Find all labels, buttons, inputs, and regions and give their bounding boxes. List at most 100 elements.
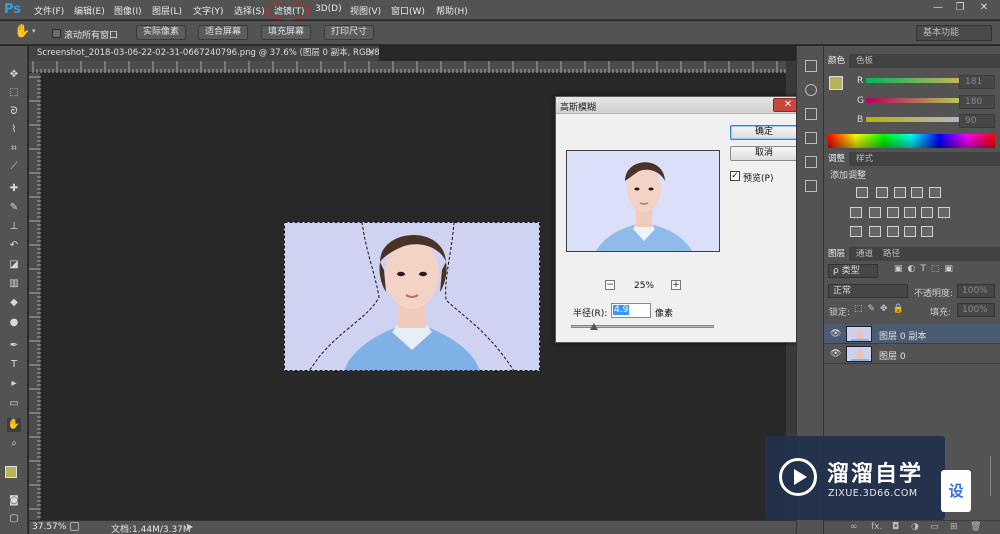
menu-select[interactable]: 选择(S) [234,4,265,17]
hand-tool-icon[interactable]: ✋ [7,418,21,432]
bw-adjust-icon[interactable] [887,207,899,218]
ok-button[interactable]: 确定 [730,125,798,140]
zoom-level[interactable]: 37.57% [32,522,66,532]
paragraph-panel-icon[interactable] [805,156,817,168]
tab-channels[interactable]: 通道 [852,247,877,261]
brush-tool-icon[interactable]: ✎ [7,201,21,215]
preview-checkbox[interactable]: ✓ [730,171,740,181]
menu-type[interactable]: 文字(Y) [193,4,224,17]
eye-icon[interactable]: 👁 [830,349,841,359]
quick-select-tool-icon[interactable]: ⌇ [7,123,21,137]
fit-screen-button[interactable]: 适合屏幕 [198,25,249,40]
move-tool-icon[interactable]: ✥ [7,68,21,82]
menu-view[interactable]: 视图(V) [350,4,381,17]
info-panel-icon[interactable] [805,84,817,96]
curves-adjust-icon[interactable] [894,187,906,198]
tab-swatches[interactable]: 色板 [852,54,877,68]
print-size-button[interactable]: 打印尺寸 [324,25,375,40]
channel-mixer-icon[interactable] [921,207,933,218]
threshold-adjust-icon[interactable] [887,226,899,237]
hand-tool-icon[interactable]: ✋ [14,24,30,39]
tab-adjustments[interactable]: 调整 [824,152,850,166]
blue-value[interactable]: 90 [959,114,995,128]
status-info-icon[interactable] [70,522,79,531]
character-panel-icon[interactable] [805,132,817,144]
gradient-tool-icon[interactable]: ▥ [7,277,21,291]
workspace-select[interactable]: 基本功能 [916,25,992,41]
radius-input[interactable]: 4.9 [611,303,651,318]
zoom-tool-icon[interactable]: ⌕ [7,437,21,451]
screen-mode-icon[interactable]: ▢ [7,512,21,526]
fill-screen-button[interactable]: 填充屏幕 [261,25,312,40]
gradient-map-icon[interactable] [921,226,933,237]
fill-input[interactable]: 100% [957,303,995,317]
history-panel-icon[interactable] [805,60,817,72]
brush-panel-icon[interactable] [805,108,817,120]
blend-mode-select[interactable]: 正常 [828,284,908,298]
menu-image[interactable]: 图像(I) [114,4,142,17]
zoom-out-button[interactable]: − [605,280,615,290]
menu-window[interactable]: 窗口(W) [391,4,425,17]
scroll-all-windows-checkbox[interactable] [52,29,61,38]
photo-filter-icon[interactable] [904,207,916,218]
type-tool-icon[interactable]: T [7,358,21,372]
fx-icon[interactable]: fx. [871,522,882,532]
lock-icons[interactable]: ⬚✎✥🔒 [854,304,909,314]
menu-3d[interactable]: 3D(D) [315,4,342,14]
close-document-icon[interactable]: ✕ [368,46,375,61]
tab-color[interactable]: 颜色 [824,54,850,68]
actual-pixels-button[interactable]: 实际像素 [136,25,187,40]
path-select-tool-icon[interactable]: ▸ [7,377,21,391]
red-value[interactable]: 181 [959,75,995,89]
tab-paths[interactable]: 路径 [879,247,904,261]
cancel-button[interactable]: 取消 [730,146,798,161]
status-arrow-icon[interactable]: ▶ [187,522,193,531]
tool-preset-chevron-icon[interactable]: ▾ [32,27,36,35]
tab-styles[interactable]: 样式 [852,152,877,166]
healing-brush-icon[interactable]: ✚ [7,182,21,196]
radius-slider-thumb[interactable] [590,323,599,330]
posterize-adjust-icon[interactable] [869,226,881,237]
marquee-tool-icon[interactable]: ⬚ [7,86,21,100]
menu-edit[interactable]: 编辑(E) [74,4,105,17]
shape-tool-icon[interactable]: ▭ [7,397,21,411]
tab-layers[interactable]: 图层 [824,247,850,261]
restore-button[interactable]: ❐ [952,1,968,15]
group-icon[interactable]: ▭ [930,522,939,532]
layer-filter-icons[interactable]: ▣◐T⬚▣ [894,264,994,278]
dialog-titlebar[interactable]: 高斯模糊 ✕ [556,97,806,114]
menu-help[interactable]: 帮助(H) [436,4,468,17]
document-image[interactable] [284,222,540,371]
zoom-in-button[interactable]: + [671,280,681,290]
opacity-input[interactable]: 100% [957,284,995,298]
color-spectrum[interactable] [828,134,995,148]
pen-tool-icon[interactable]: ✒ [7,339,21,353]
exposure-adjust-icon[interactable] [911,187,923,198]
levels-adjust-icon[interactable] [876,187,888,198]
eraser-tool-icon[interactable]: ◪ [7,258,21,272]
panel-resize-handle[interactable] [990,456,998,496]
trash-icon[interactable]: 🗑 [970,522,981,532]
layer-row-selected[interactable]: 👁 图层 0 副本 [824,324,1000,344]
color-lookup-icon[interactable] [938,207,950,218]
lasso-tool-icon[interactable]: ᘐ [7,105,21,119]
panel-foreground-swatch[interactable] [829,76,843,90]
menu-layer[interactable]: 图层(L) [152,4,182,17]
history-brush-icon[interactable]: ↶ [7,239,21,253]
foreground-color-swatch[interactable] [5,466,17,478]
adjustment-layer-icon[interactable]: ◑ [911,522,919,532]
eyedropper-tool-icon[interactable]: ⟋ [7,160,21,174]
crop-tool-icon[interactable]: ⌗ [7,142,21,156]
selective-color-icon[interactable] [904,226,916,237]
brightness-adjust-icon[interactable] [856,187,868,198]
link-layers-icon[interactable]: ∞ [850,522,858,532]
green-value[interactable]: 180 [959,95,995,109]
minimize-button[interactable]: — [930,1,946,15]
clone-stamp-icon[interactable]: ⊥ [7,220,21,234]
invert-adjust-icon[interactable] [850,226,862,237]
layer-kind-filter[interactable]: ρ 类型 [828,264,878,278]
dodge-tool-icon[interactable]: ● [7,316,21,330]
mask-icon[interactable]: ◘ [892,522,899,532]
blur-tool-icon[interactable]: ◆ [7,296,21,310]
dialog-preview-image[interactable] [566,150,720,252]
